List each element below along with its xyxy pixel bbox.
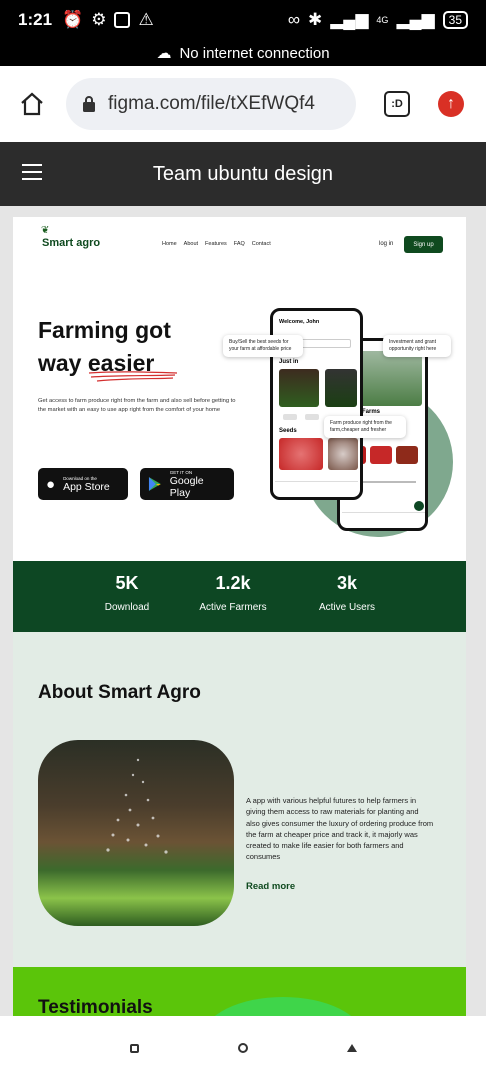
popup-farm-produce: Farm produce right from the farm,cheaper… [324,416,406,438]
stats-band: 5K Download 1.2k Active Farmers 3k Activ… [13,561,466,632]
nav-about: About [183,241,199,247]
hero-description: Get access to farm produce right from th… [38,398,236,413]
phone-seeds: Seeds [279,428,297,434]
play-store-icon [148,477,161,491]
stat-farmers-label: Active Farmers [199,602,267,613]
offline-banner: ☁ No internet connection [0,40,486,66]
just-in-thumb-2 [325,369,357,407]
phone-farms-label: Farms [362,409,381,415]
offline-text: No internet connection [179,44,330,62]
url-bar[interactable]: figma.com/file/tXEfWQf4 [66,78,356,130]
phone-just-in: Just in [279,359,299,365]
seeds-thumb-1 [279,438,323,470]
fab-icon [414,501,424,511]
nav-contact: Contact [251,241,271,247]
network-type-label: 4G [376,15,389,25]
file-title: Team ubuntu design [152,162,334,185]
update-menu-icon[interactable]: ↑ [438,91,464,117]
stat-downloads-value: 5K [115,573,139,593]
about-section: About Smart Agro A app with various help… [13,632,466,967]
alarm-icon: ⏰ [62,10,84,29]
app-store-button: ● Download on the App Store [38,468,128,500]
chip-2 [305,414,319,420]
nav-faq: FAQ [233,241,245,247]
hamburger-menu-icon[interactable] [22,164,42,180]
recents-icon[interactable] [129,1043,139,1053]
home-icon[interactable] [14,86,50,122]
calendar-icon [114,12,131,28]
design-logo: Smart agro [42,237,101,249]
status-bar: 1:21 ⏰ ⚙ ⚠ ∞ ✱ ▂▄▆ 4G ▂▄▆ 35 [0,0,486,40]
signal-icon-2: ▂▄▆ [396,10,435,29]
testimonials-section: Testimonials [13,967,466,1016]
produce-thumb-3 [396,446,418,464]
hero-title-line1: Farming got [38,317,171,343]
popup-buy-sell: Buy/Sell the best seeds for your farm at… [223,335,303,357]
lock-icon [83,96,95,112]
stat-users: 3k Active Users [311,573,383,613]
produce-thumb-2 [370,446,392,464]
stat-farmers: 1.2k Active Farmers [193,573,273,613]
phone-tabbar-front [275,481,358,495]
chip-1 [283,414,297,420]
signal-icon: ▂▄▆ [330,10,369,29]
figma-header: Team ubuntu design [0,142,486,206]
battery-icon: 35 [442,11,468,29]
url-text: figma.com/file/tXEfWQf4 [108,93,315,114]
browser-toolbar: figma.com/file/tXEfWQf4 :D ↑ [0,66,486,142]
about-description: A app with various helpful futures to he… [246,796,434,862]
just-in-thumb-1 [279,369,319,407]
design-login: log in [379,241,394,247]
scribble-underline [88,371,178,382]
stat-downloads: 5K Download [99,573,155,613]
warning-icon: ⚠ [138,10,154,29]
back-icon[interactable] [346,1044,357,1052]
testimonials-title: Testimonials [38,997,153,1016]
link-icon: ∞ [287,10,300,29]
stat-users-label: Active Users [318,602,376,613]
home-circle-icon[interactable] [237,1043,248,1053]
stat-farmers-value: 1.2k [215,573,251,593]
testimonials-blob [203,997,363,1016]
design-navbar: ❦ Smart agro Home About Features FAQ Con… [13,217,466,267]
apple-icon: ● [46,475,56,493]
stat-users-value: 3k [336,573,358,593]
design-frame[interactable]: ❦ Smart agro Home About Features FAQ Con… [13,217,466,1016]
phone-tabbar [342,512,425,526]
design-signup-button: Sign up [404,236,443,253]
stat-downloads-label: Download [104,602,150,613]
google-play-big: Google Play [169,474,204,499]
popup-investment: Investment and grant opportunity right h… [383,335,451,357]
google-play-button: GET IT ON Google Play [140,468,234,500]
app-store-big: App Store [63,480,110,493]
cloud-off-icon: ☁ [156,45,172,62]
leaf-logo-icon: ❦ [41,225,50,236]
status-time: 1:21 [18,10,53,29]
design-nav-links: Home About Features FAQ Contact [162,241,271,247]
bluetooth-icon: ✱ [307,10,323,29]
hero-title-way: way [38,350,88,376]
about-title: About Smart Agro [38,682,201,703]
figma-canvas[interactable]: ❦ Smart agro Home About Features FAQ Con… [0,206,486,1016]
watering-plants-image [38,740,234,926]
nav-home: Home [162,241,177,247]
seeds-thumb-2 [328,438,358,470]
system-navigation-bar [0,1016,486,1080]
phone-welcome: Welcome, John [279,319,320,325]
tabs-button[interactable]: :D [384,91,410,117]
gear-icon: ⚙ [91,10,107,29]
read-more-link: Read more [246,881,296,892]
nav-features: Features [205,241,227,247]
